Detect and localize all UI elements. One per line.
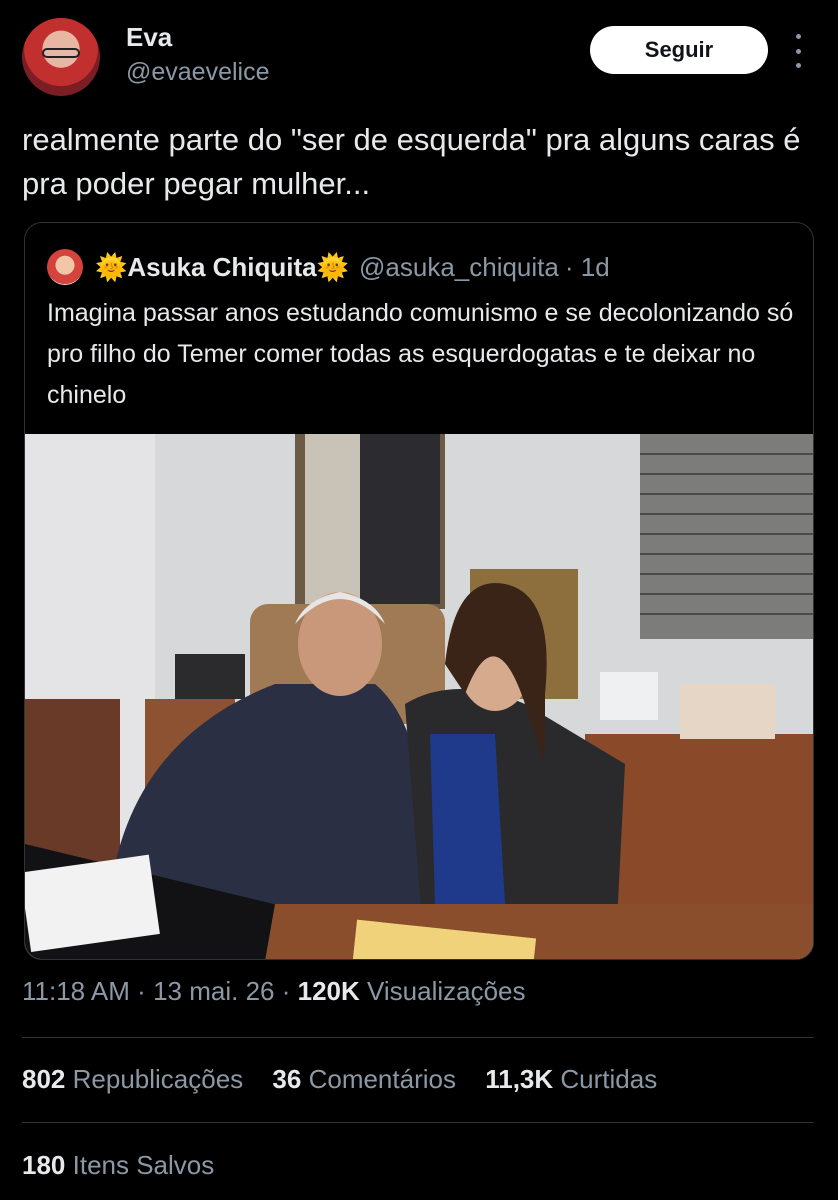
- tweet-meta: 11:18 AM · 13 mai. 26 · 120K Visualizaçõ…: [22, 976, 526, 1007]
- quoted-author-name: Asuka Chiquita: [127, 251, 317, 282]
- comments-count: 36: [272, 1064, 302, 1094]
- sun-emoji-icon: 🌞: [95, 251, 128, 282]
- author-handle[interactable]: @evaevelice: [126, 58, 270, 87]
- likes-label: Curtidas: [560, 1064, 658, 1094]
- tweet-date[interactable]: 13 mai. 26: [153, 976, 274, 1006]
- reposts-label: Republicações: [72, 1064, 244, 1094]
- meta-separator: ·: [281, 976, 291, 1006]
- quoted-tweet[interactable]: 🌞 Asuka Chiquita 🌞 @asuka_chiquita · 1d …: [24, 222, 814, 960]
- comments-stat[interactable]: 36 Comentários: [272, 1064, 456, 1094]
- divider: [22, 1037, 814, 1038]
- meta-separator: ·: [137, 976, 146, 1006]
- quoted-tweet-text: Imagina passar anos estudando comunismo …: [47, 299, 794, 409]
- tweet-time[interactable]: 11:18 AM: [22, 976, 130, 1006]
- author-name[interactable]: Eva: [126, 22, 172, 53]
- divider: [22, 1122, 814, 1123]
- follow-button[interactable]: Seguir: [590, 26, 768, 74]
- views-count: 120K: [297, 976, 360, 1006]
- tweet-text: realmente parte do "ser de esquerda" pra…: [22, 122, 801, 201]
- reposts-stat[interactable]: 802 Republicações: [22, 1064, 243, 1094]
- likes-stat[interactable]: 11,3K Curtidas: [485, 1064, 657, 1094]
- saved-label: Itens Salvos: [72, 1150, 215, 1180]
- author-avatar[interactable]: [22, 18, 100, 96]
- saved-stat[interactable]: 180 Itens Salvos: [22, 1150, 214, 1181]
- comments-label: Comentários: [308, 1064, 456, 1094]
- views-label: Visualizações: [367, 976, 526, 1006]
- engagement-stats: 802 Republicações 36 Comentários 11,3K C…: [22, 1064, 679, 1095]
- more-vertical-icon[interactable]: [792, 34, 804, 68]
- tweet-header: Eva @evaevelice Seguir: [22, 18, 822, 98]
- sun-emoji-icon: 🌞: [316, 251, 349, 282]
- quoted-tweet-photo[interactable]: [25, 434, 813, 959]
- quoted-tweet-time: · 1d: [564, 251, 610, 282]
- reposts-count: 802: [22, 1064, 66, 1094]
- saved-count: 180: [22, 1150, 66, 1180]
- quoted-author-handle: @asuka_chiquita: [359, 251, 559, 282]
- quoted-author-avatar: [47, 249, 83, 285]
- quoted-tweet-header: 🌞 Asuka Chiquita 🌞 @asuka_chiquita · 1d: [47, 249, 610, 285]
- office-photo-illustration: [25, 434, 813, 959]
- likes-count: 11,3K: [485, 1064, 554, 1094]
